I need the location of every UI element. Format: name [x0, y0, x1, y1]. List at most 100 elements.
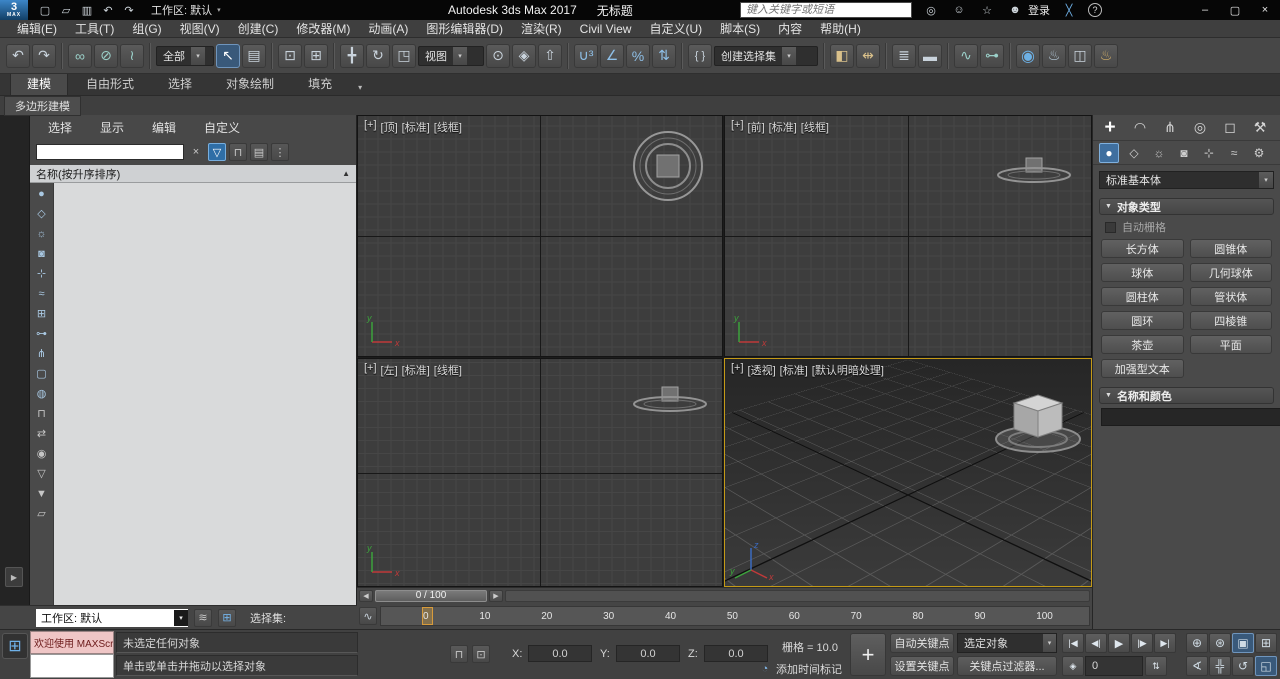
reference-coordinate-dropdown[interactable]: 视图 ▾	[418, 46, 484, 66]
viewport-menu-label[interactable]: [+]	[731, 119, 744, 135]
autogrid-checkbox[interactable]	[1105, 222, 1116, 233]
ribbon-tab-freeform[interactable]: 自由形式	[70, 72, 150, 95]
maximize-viewport-button[interactable]: ◱	[1255, 656, 1277, 676]
time-slider-prev-button[interactable]: ◀	[359, 590, 373, 602]
layout-grid-icon[interactable]: ⊞	[218, 609, 236, 627]
help-icon[interactable]: ?	[1088, 3, 1102, 17]
zoom-extents-button[interactable]: ▣	[1232, 633, 1254, 653]
select-and-rotate-button[interactable]: ↻	[366, 44, 390, 68]
object-type-button[interactable]: 管状体	[1190, 287, 1273, 306]
auto-key-button[interactable]: 自动关键点	[890, 633, 954, 653]
clear-search-icon[interactable]: ×	[187, 143, 205, 161]
systems-category-icon[interactable]: ⚙	[1249, 143, 1269, 163]
x-coordinate-field[interactable]: 0.0	[528, 645, 592, 662]
zoom-button[interactable]: ⊕	[1186, 633, 1208, 653]
search-icon[interactable]: ◎	[922, 2, 940, 18]
menu-item[interactable]: 渲染(R)	[512, 20, 571, 37]
menu-item[interactable]: 动画(A)	[359, 20, 417, 37]
viewport-menu-label[interactable]: [+]	[364, 119, 377, 135]
keyboard-override-button[interactable]: ⇧	[538, 44, 562, 68]
percent-snap-button[interactable]: %	[626, 44, 650, 68]
explorer-menu-item[interactable]: 自定义	[204, 119, 240, 136]
community-icon[interactable]: ☺	[950, 2, 968, 18]
layer-manager-button[interactable]: ≣	[892, 44, 916, 68]
viewport-view-label[interactable]: [透视]	[748, 362, 776, 378]
object-type-button[interactable]: 四棱锥	[1190, 311, 1273, 330]
viewport-shading-label[interactable]: [线框]	[801, 119, 829, 135]
ribbon-minimize-icon[interactable]: ▾	[350, 80, 370, 95]
unlink-selection-button[interactable]: ⊘	[94, 44, 118, 68]
object-type-button[interactable]: 长方体	[1101, 239, 1184, 258]
key-filters-button[interactable]: 关键点过滤器...	[957, 656, 1057, 676]
select-by-name-button[interactable]: ▤	[242, 44, 266, 68]
viewport-pov-label[interactable]: [标准]	[780, 362, 808, 378]
lock-cell-editing-icon[interactable]: ⊓	[33, 406, 51, 421]
display-tab-icon[interactable]: ◻	[1219, 117, 1241, 139]
filter-combinations-icon[interactable]: ▼	[33, 486, 51, 501]
snap-toggle-button[interactable]: ∪³	[574, 44, 598, 68]
helpers-category-icon[interactable]: ⊹	[1199, 143, 1219, 163]
display-space-warps-icon[interactable]: ≈	[33, 286, 51, 301]
maximize-button[interactable]: ▢	[1220, 0, 1250, 20]
explorer-object-list[interactable]	[54, 183, 356, 605]
maxscript-listener-input[interactable]	[30, 654, 114, 678]
modify-tab-icon[interactable]: ◠	[1129, 117, 1151, 139]
redo-icon[interactable]: ↷	[120, 2, 138, 18]
spinner-snap-button[interactable]: ⇅	[652, 44, 676, 68]
explorer-settings-button[interactable]: ⋮	[271, 143, 289, 161]
play-button[interactable]: ▶	[1108, 633, 1130, 653]
menu-item[interactable]: 内容	[769, 20, 811, 37]
undo-icon[interactable]: ↶	[99, 2, 117, 18]
display-shapes-icon[interactable]: ◇	[33, 206, 51, 221]
goto-start-button[interactable]: |◀	[1062, 633, 1084, 653]
viewport-menu-label[interactable]: [+]	[731, 362, 744, 378]
time-ruler[interactable]: 0102030405060708090100	[380, 606, 1090, 626]
geometry-category-dropdown[interactable]: 标准基本体 ▾	[1099, 171, 1274, 189]
menu-item[interactable]: 组(G)	[123, 20, 170, 37]
time-slider-next-button[interactable]: ▶	[489, 590, 503, 602]
menu-item[interactable]: 脚本(S)	[711, 20, 769, 37]
viewport-layout-tabs-button[interactable]: ⊞	[2, 633, 28, 659]
viewport-front[interactable]: [+] [前] [标准] [线框] x y	[724, 115, 1092, 357]
select-object-button[interactable]: ↖	[216, 44, 240, 68]
ribbon-tab-populate[interactable]: 填充	[292, 72, 348, 95]
viewport-pov-label[interactable]: [标准]	[402, 362, 430, 378]
viewport-shading-label[interactable]: [默认明暗处理]	[812, 362, 884, 378]
viewport-shading-label[interactable]: [线框]	[434, 362, 462, 378]
frame-number-field[interactable]: 0	[1085, 656, 1143, 676]
absolute-mode-button[interactable]: ⊡	[472, 645, 490, 663]
object-type-button[interactable]: 球体	[1101, 263, 1184, 282]
object-type-button[interactable]: 圆锥体	[1190, 239, 1273, 258]
material-editor-button[interactable]: ◉	[1016, 44, 1040, 68]
display-geometry-icon[interactable]: ●	[33, 186, 51, 201]
viewport-menu-label[interactable]: [+]	[364, 362, 377, 378]
lock-explorer-button[interactable]: ⊓	[229, 143, 247, 161]
pick-material-icon[interactable]: ◉	[33, 446, 51, 461]
render-setup-button[interactable]: ♨	[1042, 44, 1066, 68]
menu-item[interactable]: 图形编辑器(D)	[417, 20, 512, 37]
rendered-frame-button[interactable]: ◫	[1068, 44, 1092, 68]
shapes-category-icon[interactable]: ◇	[1124, 143, 1144, 163]
save-file-icon[interactable]: ▥	[78, 2, 96, 18]
orbit-button[interactable]: ↺	[1232, 656, 1254, 676]
viewport-top[interactable]: [+] [顶] [标准] [线框] x y	[357, 115, 723, 357]
explorer-menu-item[interactable]: 选择	[48, 119, 72, 136]
viewport-perspective[interactable]: [+] [透视] [标准] [默认明暗处理] z x y	[724, 358, 1092, 587]
edit-named-sets-button[interactable]: { }	[688, 44, 712, 68]
workspace-dropdown[interactable]: 工作区: 默认 ▾	[151, 2, 221, 18]
maxscript-mini-listener[interactable]: 欢迎使用 MAXScript	[30, 631, 114, 654]
expand-panel-button[interactable]: ▶	[5, 567, 23, 587]
viewport-view-label[interactable]: [左]	[381, 362, 398, 378]
display-bones-icon[interactable]: ⋔	[33, 346, 51, 361]
viewport-view-label[interactable]: [前]	[748, 119, 765, 135]
bind-to-space-warp-button[interactable]: ≀	[120, 44, 144, 68]
utilities-tab-icon[interactable]: ⚒	[1249, 117, 1271, 139]
display-helpers-icon[interactable]: ⊹	[33, 266, 51, 281]
frame-spinner[interactable]: ⇅	[1145, 656, 1167, 676]
object-type-button[interactable]: 加强型文本	[1101, 359, 1184, 378]
angle-snap-button[interactable]: ∠	[600, 44, 624, 68]
menu-item[interactable]: 创建(C)	[229, 20, 288, 37]
display-xrefs-icon[interactable]: ⊶	[33, 326, 51, 341]
menu-item[interactable]: 工具(T)	[66, 20, 123, 37]
folder-icon[interactable]: ▱	[33, 506, 51, 521]
